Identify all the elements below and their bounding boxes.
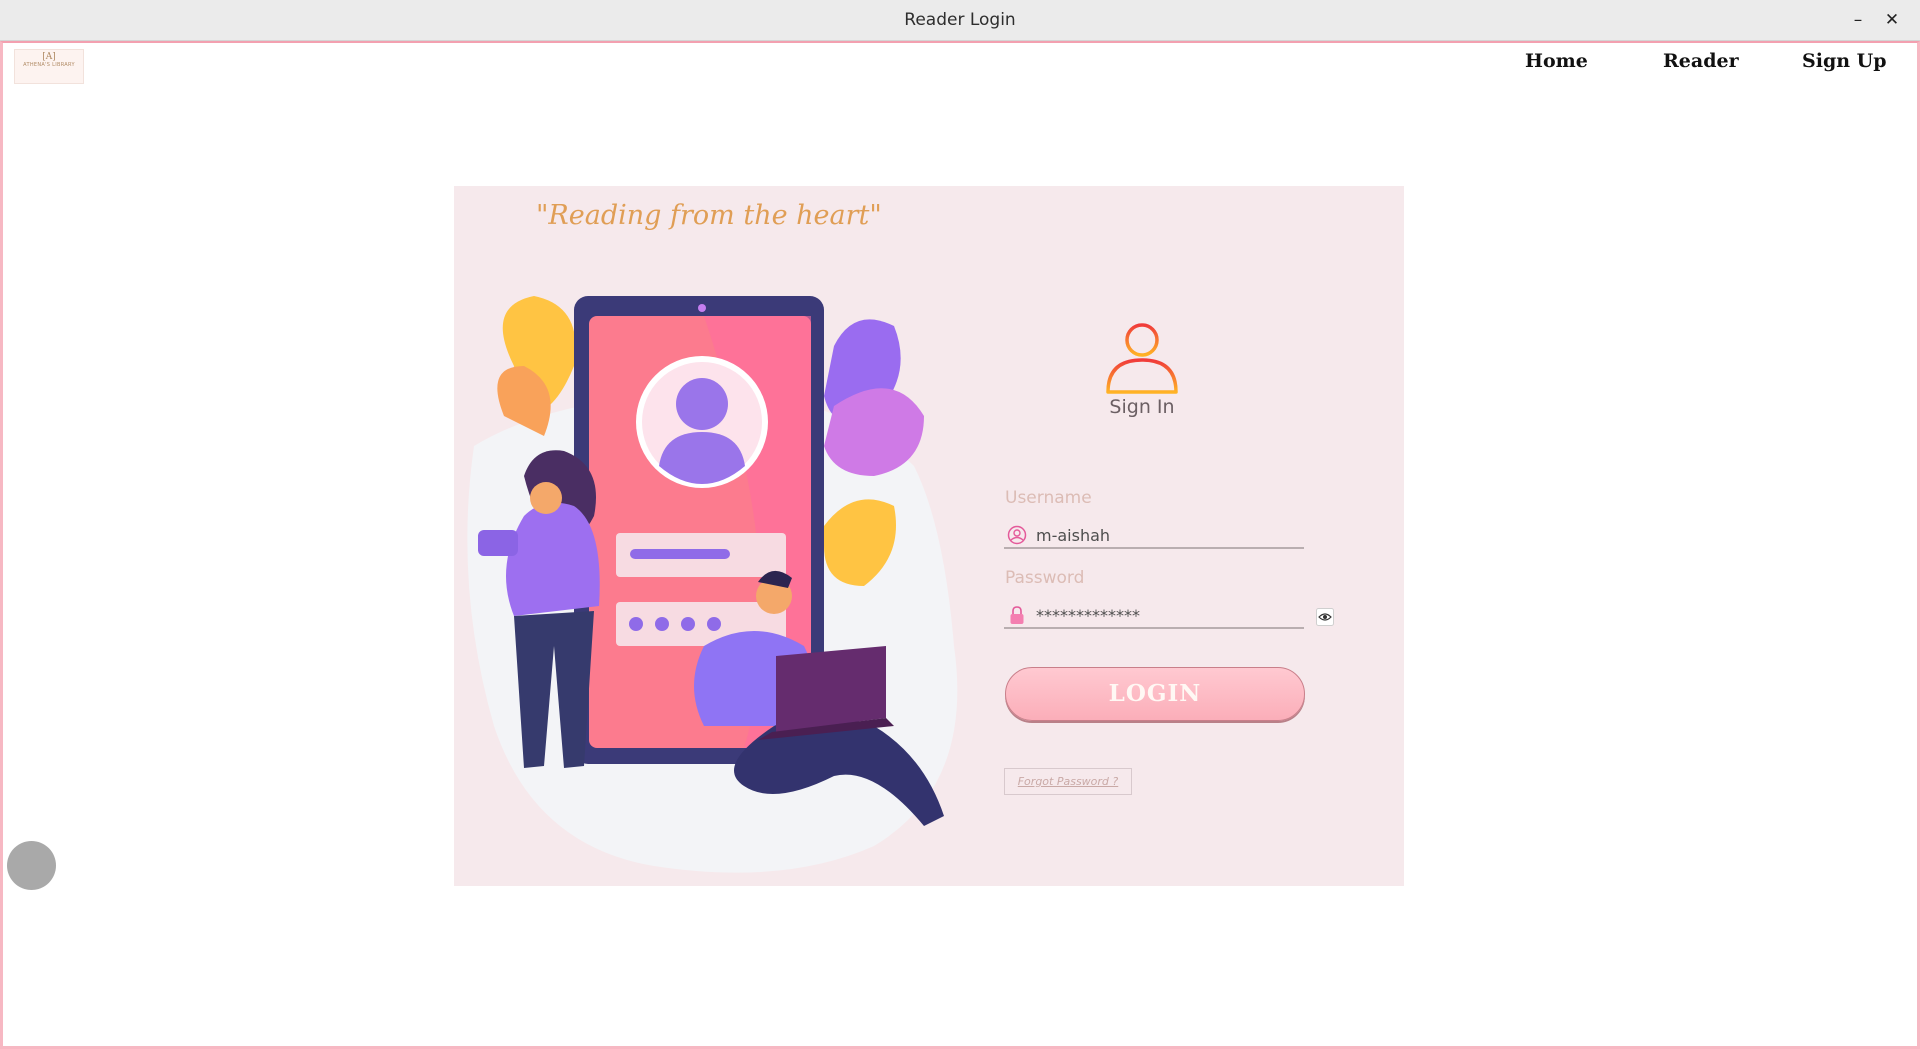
login-button[interactable]: LOGIN bbox=[1005, 667, 1305, 721]
nav-home[interactable]: Home bbox=[1525, 50, 1588, 72]
username-label: Username bbox=[1005, 488, 1092, 508]
minimize-button[interactable]: – bbox=[1846, 8, 1870, 32]
window-title: Reader Login bbox=[904, 10, 1016, 30]
user-icon bbox=[1007, 525, 1027, 545]
lock-icon bbox=[1010, 606, 1024, 624]
logo-text: ATHENA'S LIBRARY bbox=[23, 62, 75, 68]
library-logo[interactable]: [A] ATHENA'S LIBRARY bbox=[14, 49, 84, 84]
signin-person-icon bbox=[1106, 323, 1178, 394]
password-field[interactable]: ************* bbox=[1004, 601, 1304, 629]
nav-reader[interactable]: Reader bbox=[1663, 50, 1739, 72]
forgot-password-link[interactable]: Forgot Password ? bbox=[1004, 768, 1132, 795]
close-button[interactable]: ✕ bbox=[1880, 8, 1904, 32]
login-illustration bbox=[467, 296, 958, 873]
floating-action-circle[interactable] bbox=[7, 841, 56, 890]
tagline-quote: "Reading from the heart" bbox=[536, 200, 882, 231]
signin-heading: Sign In bbox=[1109, 396, 1175, 418]
password-value: ************* bbox=[1036, 606, 1140, 625]
username-field[interactable]: m-aishah bbox=[1004, 521, 1304, 549]
window-titlebar: Reader Login – ✕ bbox=[0, 0, 1920, 41]
login-panel: "Reading from the heart" Sign In Usernam… bbox=[454, 186, 1404, 886]
eye-toggle-icon[interactable] bbox=[1316, 608, 1334, 626]
password-label: Password bbox=[1005, 568, 1085, 588]
nav-sign-up[interactable]: Sign Up bbox=[1802, 50, 1887, 72]
username-value: m-aishah bbox=[1036, 526, 1111, 545]
logo-mark: [A] bbox=[42, 52, 56, 62]
